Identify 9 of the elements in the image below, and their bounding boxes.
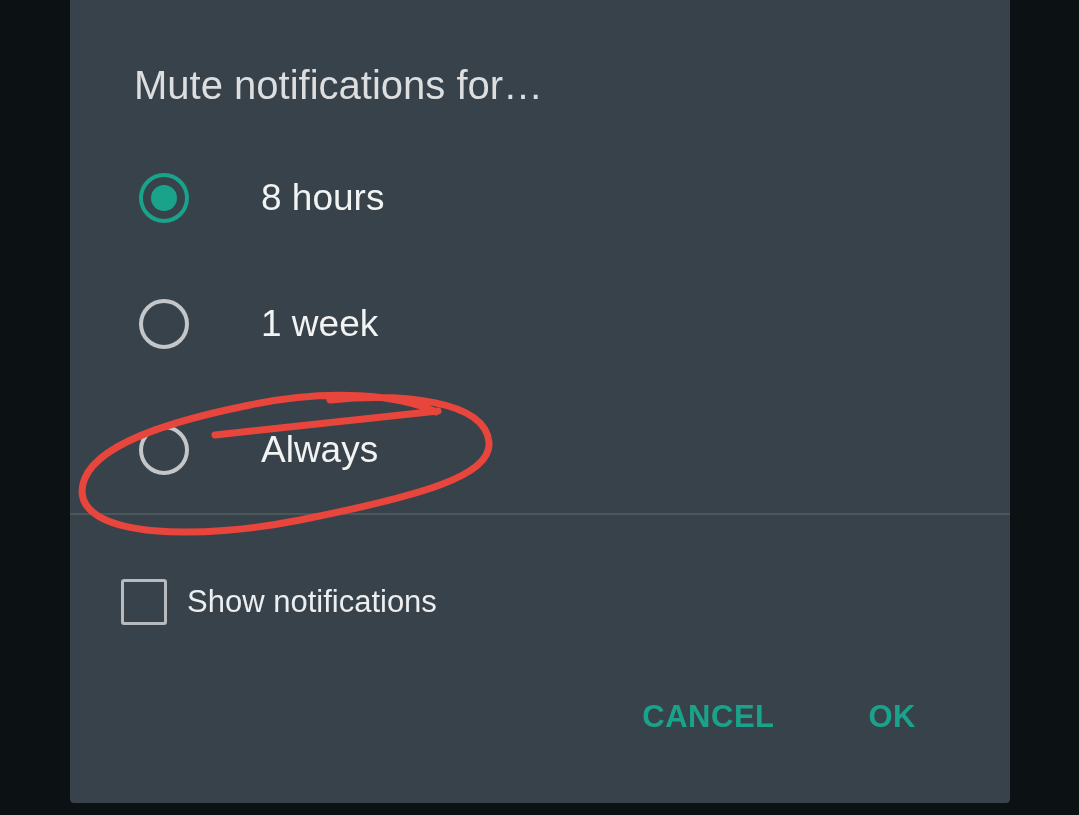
radio-button[interactable] <box>139 299 189 349</box>
option-label[interactable]: 1 week <box>261 303 379 345</box>
dialog-title: Mute notifications for… <box>134 62 544 109</box>
checkbox[interactable] <box>121 579 167 625</box>
radio-button[interactable] <box>139 173 189 223</box>
checkbox-label[interactable]: Show notifications <box>187 584 437 620</box>
option-label[interactable]: Always <box>261 429 379 471</box>
radio-button[interactable] <box>139 425 189 475</box>
option-label[interactable]: 8 hours <box>261 177 385 219</box>
